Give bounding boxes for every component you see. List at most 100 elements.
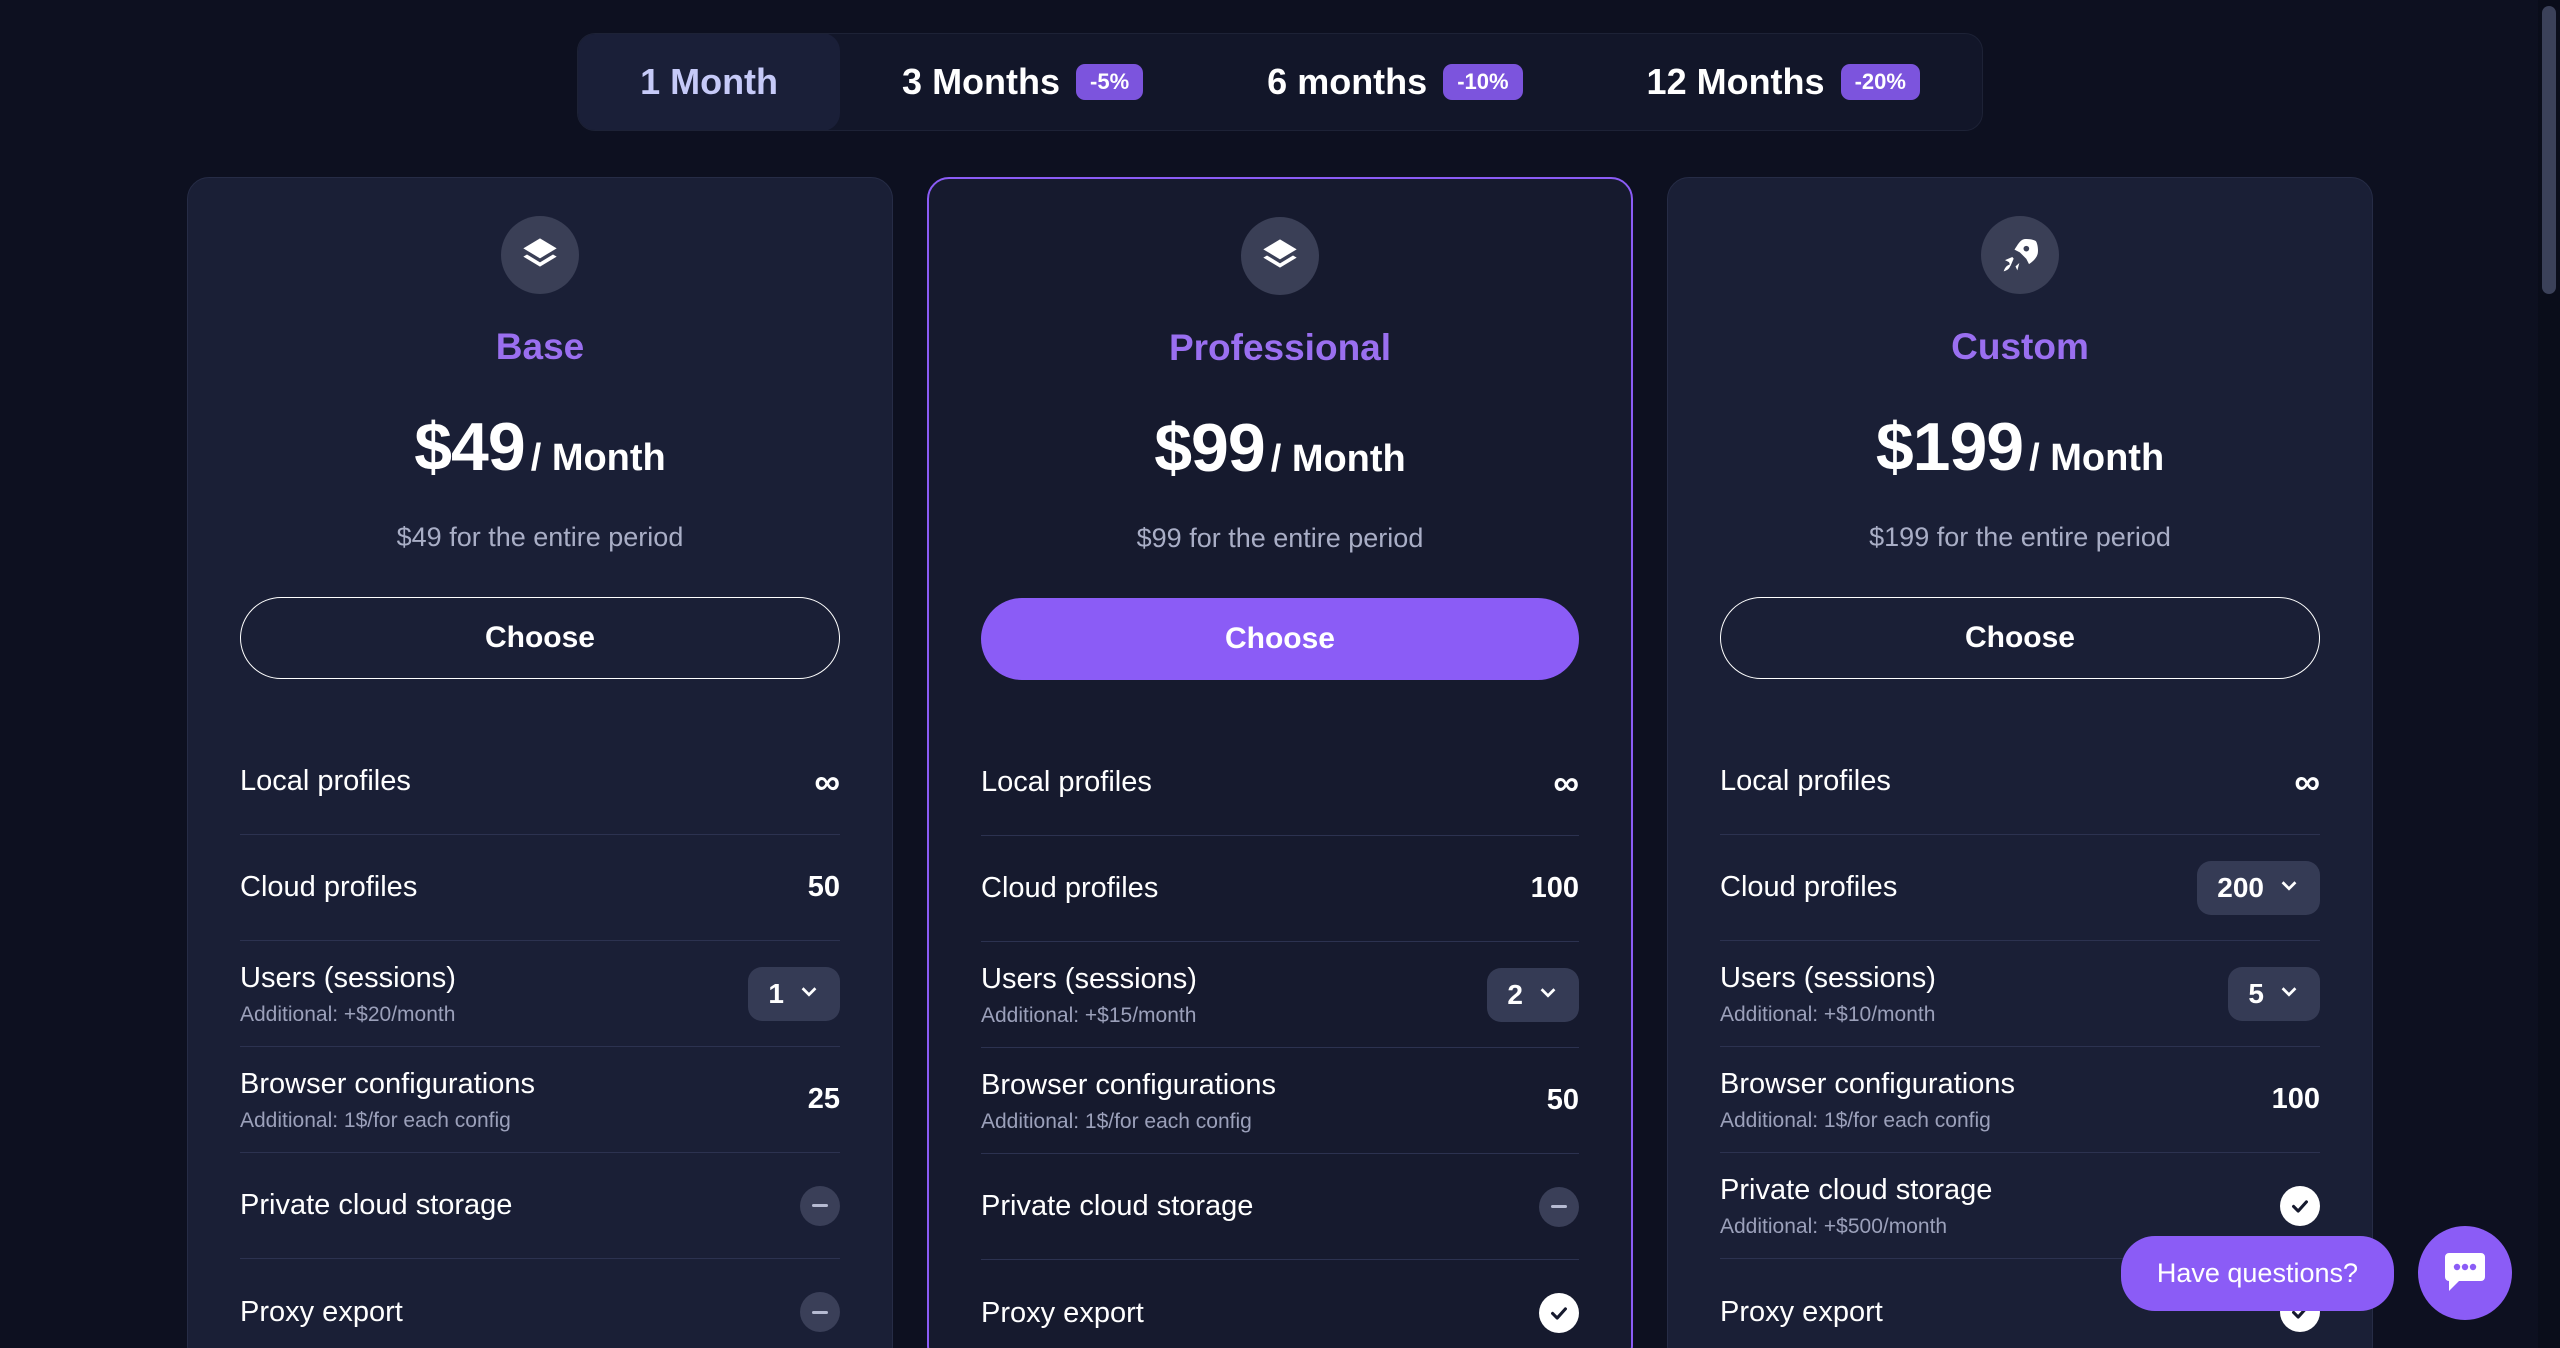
rocket-icon — [1981, 216, 2059, 294]
minus-icon — [800, 1292, 840, 1332]
price-note: $199 for the entire period — [1869, 522, 2171, 552]
billing-tab-discount-badge: -10% — [1443, 64, 1523, 100]
feature-value — [2280, 1185, 2320, 1226]
feature-quantity-dropdown[interactable]: 1 — [748, 966, 840, 1021]
feature-row: Users (sessions) Additional: +$10/month 5 — [1720, 941, 2320, 1047]
choose-button[interactable]: Choose — [981, 598, 1579, 680]
price-amount: $49 — [414, 409, 525, 485]
feature-label: Users (sessions) — [981, 962, 1197, 995]
feature-label: Users (sessions) — [1720, 961, 1936, 994]
feature-value: 25 — [807, 1083, 840, 1115]
feature-label: Local profiles — [981, 766, 1152, 799]
feature-list: Local profiles ∞ Cloud profiles 100 Users (s… — [981, 730, 1579, 1348]
price-period: / Month — [2029, 437, 2165, 479]
feature-value: ∞ — [2294, 763, 2320, 800]
feature-value: 100 — [2271, 1083, 2320, 1115]
feature-quantity-dropdown[interactable]: 5 — [2228, 966, 2320, 1021]
billing-tab-label: 3 Months — [902, 61, 1061, 102]
price-amount: $99 — [1154, 410, 1265, 486]
minus-icon — [800, 1185, 840, 1226]
layers-icon — [1241, 217, 1319, 295]
chat-fab-button[interactable] — [2418, 1226, 2512, 1320]
plan-name: Base — [495, 326, 585, 367]
minus-icon — [1539, 1186, 1579, 1227]
plan-name: Custom — [1951, 326, 2089, 367]
feature-row: Cloud profiles 200 — [1720, 835, 2320, 941]
feature-text: Local profiles — [240, 763, 798, 799]
feature-text: Private cloud storage — [981, 1188, 1523, 1224]
feature-value — [1539, 1186, 1579, 1227]
feature-label: Browser configurations — [981, 1068, 1276, 1101]
feature-label: Cloud profiles — [240, 871, 418, 904]
chevron-down-icon — [2278, 980, 2300, 1007]
feature-text: Users (sessions) Additional: +$15/month — [981, 961, 1471, 1028]
feature-row: Private cloud storage — [240, 1153, 840, 1259]
billing-tab-discount-badge: -5% — [1076, 64, 1144, 100]
chat-bubble-icon — [2441, 1247, 2489, 1300]
feature-row: Local profiles ∞ — [1720, 729, 2320, 835]
feature-label: Proxy export — [981, 1296, 1144, 1329]
feature-label: Browser configurations — [240, 1067, 535, 1100]
feature-value: 50 — [807, 871, 840, 903]
dropdown-value: 2 — [1507, 978, 1523, 1010]
infinity-icon: ∞ — [1553, 761, 1579, 803]
feature-sublabel: Additional: 1$/for each config — [1720, 1109, 1991, 1133]
billing-tab-1-month[interactable]: 1 Month — [578, 34, 841, 130]
feature-row: Cloud profiles 50 — [240, 835, 840, 941]
billing-period-tabbar: 1 Month 3 Months -5% 6 months -10% 12 Months -… — [577, 33, 1983, 131]
choose-button[interactable]: Choose — [1720, 597, 2320, 679]
feature-label: Private cloud storage — [240, 1189, 513, 1222]
feature-value: 100 — [1530, 872, 1579, 904]
feature-sublabel: Additional: 1$/for each config — [240, 1109, 511, 1133]
feature-text: Browser configurations Additional: 1$/for… — [240, 1066, 792, 1133]
plan-price: $99/ Month — [981, 409, 1579, 487]
dropdown-value: 200 — [2217, 871, 2264, 903]
feature-label: Cloud profiles — [981, 872, 1159, 905]
feature-label: Private cloud storage — [981, 1190, 1254, 1223]
pricing-card-professional: Professional $99/ Month $99 for the entire… — [927, 177, 1633, 1348]
billing-tab-3-months[interactable]: 3 Months -5% — [840, 34, 1205, 130]
chevron-down-icon — [1537, 981, 1559, 1008]
feature-text: Proxy export — [240, 1294, 784, 1330]
feature-text: Cloud profiles — [240, 869, 792, 905]
feature-value — [800, 1292, 840, 1332]
page-scrollbar-track[interactable] — [2538, 0, 2560, 1348]
feature-text: Proxy export — [981, 1295, 1523, 1331]
feature-text: Browser configurations Additional: 1$/for… — [1720, 1066, 2256, 1133]
billing-period-tabbar-wrap: 1 Month 3 Months -5% 6 months -10% 12 Months -… — [0, 0, 2560, 131]
feature-row: Cloud profiles 100 — [981, 836, 1579, 942]
feature-row: Users (sessions) Additional: +$20/month 1 — [240, 941, 840, 1047]
billing-tab-label: 12 Months — [1646, 61, 1825, 102]
price-note: $99 for the entire period — [1136, 523, 1424, 553]
billing-tab-6-months[interactable]: 6 months -10% — [1205, 34, 1584, 130]
feature-text: Users (sessions) Additional: +$10/month — [1720, 960, 2212, 1027]
check-icon — [1539, 1293, 1579, 1333]
feature-label: Users (sessions) — [240, 961, 456, 994]
plan-price: $49/ Month — [240, 408, 840, 486]
feature-value: ∞ — [814, 760, 840, 802]
price-period: / Month — [530, 437, 666, 479]
choose-button[interactable]: Choose — [240, 597, 840, 679]
feature-row: Browser configurations Additional: 1$/for… — [981, 1048, 1579, 1154]
feature-value: ∞ — [1553, 761, 1579, 803]
pricing-page: 1 Month 3 Months -5% 6 months -10% 12 Months -… — [0, 0, 2560, 1348]
feature-label: Cloud profiles — [1720, 871, 1898, 904]
chevron-down-icon — [2278, 874, 2300, 901]
price-period: / Month — [1270, 438, 1406, 480]
feature-label: Local profiles — [240, 765, 411, 798]
feature-quantity-dropdown[interactable]: 200 — [2197, 860, 2320, 915]
feature-row: Proxy export — [981, 1260, 1579, 1348]
feature-row: Users (sessions) Additional: +$15/month 2 — [981, 942, 1579, 1048]
feature-row: Private cloud storage — [981, 1154, 1579, 1260]
feature-sublabel: Additional: +$10/month — [1720, 1003, 1936, 1027]
infinity-icon: ∞ — [814, 760, 840, 802]
feature-label: Private cloud storage — [1720, 1173, 1993, 1206]
feature-value — [800, 1185, 840, 1226]
chat-prompt-label[interactable]: Have questions? — [2120, 1235, 2394, 1311]
billing-tab-discount-badge: -20% — [1840, 64, 1920, 100]
page-scrollbar-thumb[interactable] — [2542, 6, 2556, 294]
feature-row: Proxy export — [240, 1259, 840, 1348]
billing-tab-12-months[interactable]: 12 Months -20% — [1585, 34, 1982, 130]
feature-quantity-dropdown[interactable]: 2 — [1487, 967, 1579, 1022]
feature-value — [1539, 1293, 1579, 1333]
